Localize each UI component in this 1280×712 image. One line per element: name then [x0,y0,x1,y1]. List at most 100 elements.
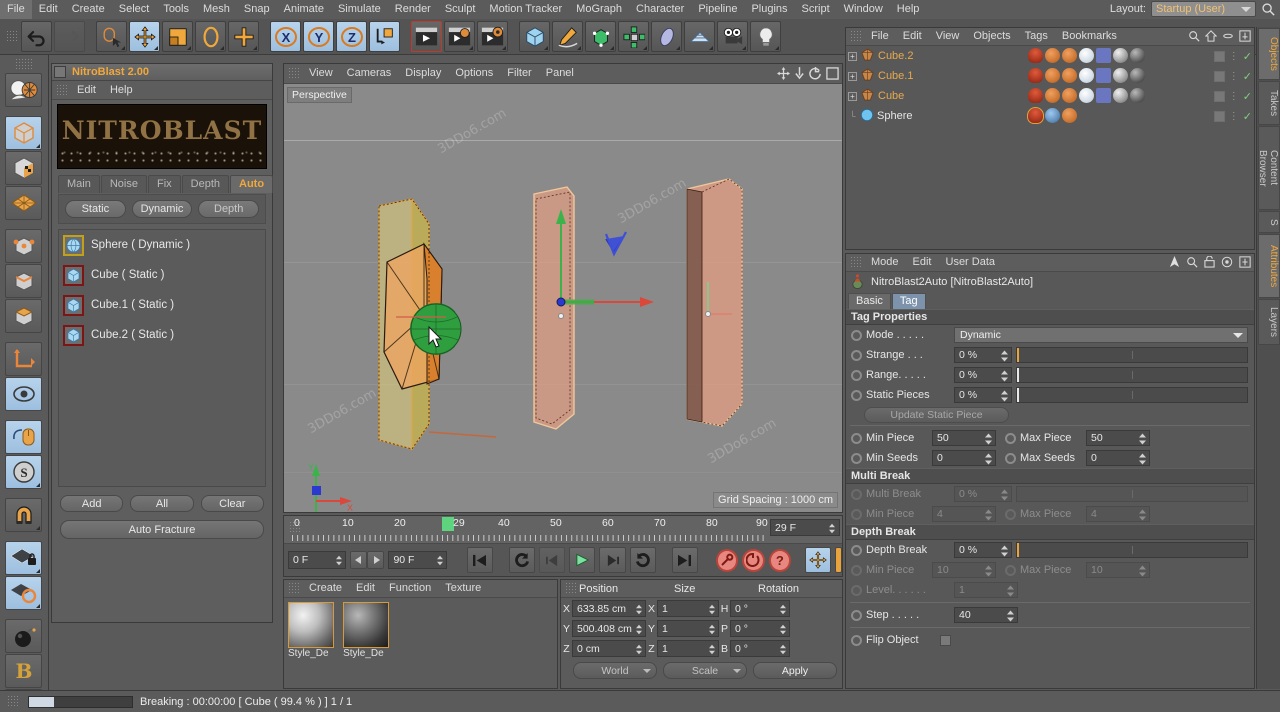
dynamics-tag-icon[interactable] [1045,48,1060,63]
multi-break-slider[interactable] [1016,486,1248,502]
menu-help[interactable]: Help [890,0,927,19]
point-mode-icon[interactable] [5,229,42,263]
enable-check-icon[interactable]: ✓ [1243,70,1252,83]
target-icon[interactable] [1221,256,1233,268]
search-icon[interactable] [1186,256,1198,268]
material-tag2-icon[interactable] [1130,88,1145,103]
spinner-icon[interactable] [985,565,992,577]
menu-mograph[interactable]: MoGraph [569,0,629,19]
viewport-solo-icon[interactable] [5,377,42,411]
go-to-end-button[interactable] [672,547,698,573]
coordinate-mode-dropdown[interactable]: Scale [663,662,747,679]
add-panel-icon[interactable] [1239,256,1251,268]
table-row[interactable]: └ Sphere ⋮ ✓ [846,106,1254,126]
list-item[interactable]: Cube.2 ( Static ) [59,320,265,350]
nitroblast-menu-help[interactable]: Help [103,81,140,100]
model-mode-icon[interactable] [5,116,42,150]
attr-menu-mode[interactable]: Mode [864,253,906,272]
rotation-p-field[interactable]: 0 ° [730,620,790,637]
redo-icon[interactable] [54,21,85,52]
size-y-field[interactable]: 1 [657,620,719,637]
max-piece-field[interactable]: 50 [1086,430,1150,446]
strange-field[interactable]: 0 % [954,347,1012,363]
timeline-ruler[interactable]: 0 10 20 29 40 50 60 70 80 90 29 F [284,516,842,544]
spinner-icon[interactable] [1001,370,1008,382]
lock-workplane-icon[interactable] [5,541,42,575]
material-menu-edit[interactable]: Edit [349,579,382,598]
nitroblast-menu-edit[interactable]: Edit [70,81,103,100]
mb-max-piece-radio-icon[interactable] [1005,509,1016,520]
range-slider[interactable] [1016,367,1248,383]
db-max-piece-radio-icon[interactable] [1005,565,1016,576]
nitroblast-menu-grip[interactable] [56,84,67,97]
spinner-icon[interactable] [336,555,342,566]
play-button[interactable] [569,547,595,573]
search-icon[interactable] [1188,30,1200,42]
coordinate-space-dropdown[interactable]: World [573,662,657,679]
rotation-b-field[interactable]: 0 ° [730,640,790,657]
selection-tool-icon[interactable] [5,73,42,107]
mode-depth-button[interactable]: Depth [198,200,259,218]
lock-y-axis-icon[interactable]: Y [303,21,334,52]
dot-handles[interactable]: ⋮ [1229,91,1239,102]
zoom-icon[interactable] [794,67,805,80]
position-y-field[interactable]: 500.408 cm [572,620,646,637]
step-forward-button[interactable] [599,547,625,573]
left-palette-grip[interactable] [15,58,33,71]
go-to-start-button[interactable] [467,547,493,573]
search-icon[interactable] [1261,2,1276,17]
spinner-icon[interactable] [985,433,992,445]
constraint-tag-icon[interactable] [1096,88,1111,103]
position-key-toggle[interactable] [805,547,831,573]
mode-dynamic-button[interactable]: Dynamic [132,200,193,218]
home-icon[interactable] [1205,30,1217,42]
camera-icon[interactable] [717,21,748,52]
spinner-icon[interactable] [1139,433,1146,445]
viewport-menu-grip[interactable] [288,67,299,80]
depth-break-slider[interactable] [1016,542,1248,558]
menu-plugins[interactable]: Plugins [744,0,794,19]
update-static-piece-button[interactable]: Update Static Piece [864,407,1009,423]
object-manager-grip[interactable] [850,30,861,43]
menu-character[interactable]: Character [629,0,691,19]
material-item[interactable]: Style_De [288,602,336,659]
spinner-icon[interactable] [1001,350,1008,362]
spinner-icon[interactable] [780,624,786,635]
edge-mode-icon[interactable] [5,264,42,298]
bomb-icon[interactable] [5,619,42,653]
clear-button[interactable]: Clear [201,495,264,512]
viewport-menu-panel[interactable]: Panel [539,64,581,83]
floor-icon[interactable] [684,21,715,52]
dynamics-tag2-icon[interactable] [1062,48,1077,63]
maximize-view-icon[interactable] [826,67,839,80]
tab-auto[interactable]: Auto [230,175,273,193]
scale-key-toggle[interactable] [835,547,842,573]
snap-tool-icon[interactable]: S [5,455,42,489]
depth-break-radio-icon[interactable] [851,545,862,556]
nitroblast-tag-icon[interactable] [1028,108,1043,123]
step-field[interactable]: 40 [954,607,1018,623]
flip-object-checkbox[interactable] [940,635,951,646]
dynamics-tag-icon[interactable] [1062,108,1077,123]
level-radio-icon[interactable] [851,585,862,596]
object-name[interactable]: Cube.1 [878,70,913,82]
spinner-icon[interactable] [437,555,443,566]
render-view-icon[interactable] [411,21,442,52]
vtab-takes[interactable]: Takes [1258,81,1280,125]
material-thumbnail[interactable] [288,602,334,648]
tab-fix[interactable]: Fix [148,175,181,193]
auto-fracture-button[interactable]: Auto Fracture [60,520,264,539]
min-seeds-field[interactable]: 0 [932,450,996,466]
spinner-icon[interactable] [1001,489,1008,501]
multi-break-field[interactable]: 0 % [954,486,1012,502]
static-pieces-field[interactable]: 0 % [954,387,1012,403]
move-icon[interactable] [129,21,160,52]
all-button[interactable]: All [130,495,193,512]
static-pieces-radio-icon[interactable] [851,390,862,401]
world-object-axis-icon[interactable] [369,21,400,52]
position-z-field[interactable]: 0 cm [572,640,646,657]
array-icon[interactable] [618,21,649,52]
expand-toggle[interactable]: + [848,92,857,101]
expand-toggle[interactable]: + [848,72,857,81]
depth-break-field[interactable]: 0 % [954,542,1012,558]
